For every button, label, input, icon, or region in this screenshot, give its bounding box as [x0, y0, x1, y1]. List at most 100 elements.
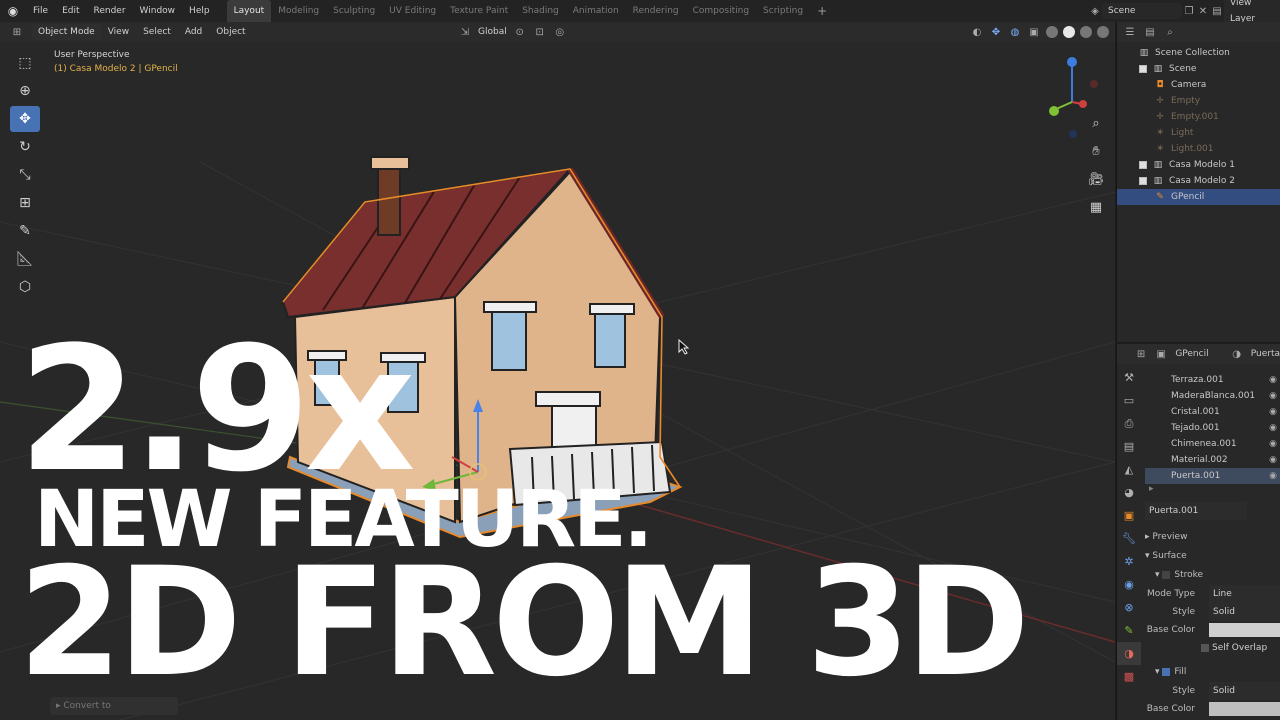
material-slot[interactable]: Chimenea.001 ◉ [1145, 436, 1280, 452]
scale-icon[interactable]: ⤡ [10, 162, 40, 188]
outliner-item[interactable]: ▥ Casa Modelo 1 [1117, 157, 1280, 173]
snap-icon[interactable]: ⊡ [533, 25, 547, 39]
world-tab-icon[interactable]: ◕ [1117, 481, 1141, 504]
blender-logo-icon[interactable]: ◉ [0, 0, 26, 22]
menu-window[interactable]: Window [133, 0, 183, 22]
stroke-section[interactable]: ▾ Stroke [1145, 566, 1280, 585]
properties-editor-icon[interactable]: ⊞ [1135, 347, 1147, 361]
texture-tab-icon[interactable]: ▩ [1117, 665, 1141, 688]
output-tab-icon[interactable]: ⎙ [1117, 412, 1141, 435]
scene-icon[interactable]: ◈ [1088, 4, 1102, 18]
self-overlap-checkbox[interactable]: Self Overlap [1197, 639, 1277, 657]
pan-hand-icon[interactable]: ✋︎ [1085, 142, 1107, 160]
visibility-checkbox[interactable] [1139, 160, 1147, 169]
outliner-search-icon[interactable]: ⌕ [1163, 25, 1177, 39]
visibility-checkbox[interactable] [1139, 64, 1147, 73]
tab-shading[interactable]: Shading [515, 0, 566, 22]
solid-shading-icon[interactable] [1063, 26, 1075, 38]
pivot-icon[interactable]: ⊙ [513, 25, 527, 39]
view-layer-icon[interactable]: ▤ [1210, 4, 1224, 18]
measure-icon[interactable]: 📐︎ [10, 246, 40, 272]
tab-layout[interactable]: Layout [226, 0, 272, 22]
outliner-item[interactable]: ◘ Camera [1117, 77, 1280, 93]
overlays-icon[interactable]: ◍ [1008, 25, 1022, 39]
select-menu[interactable]: Select [136, 22, 178, 42]
preview-section[interactable]: ▸ Preview [1145, 528, 1280, 547]
object-tab-icon[interactable]: ▣ [1117, 504, 1141, 527]
surface-section[interactable]: ▾ Surface [1145, 547, 1280, 566]
select-box-icon[interactable]: ⬚ [10, 50, 40, 76]
material-slot[interactable]: Puerta.001 ◉ [1145, 468, 1280, 484]
stroke-style-dropdown[interactable]: Solid [1209, 603, 1280, 621]
move-icon[interactable]: ✥ [10, 106, 40, 132]
active-material-field[interactable]: Puerta.001 [1145, 502, 1247, 520]
display-mode-icon[interactable]: ▤ [1143, 25, 1157, 39]
object-menu[interactable]: Object [209, 22, 252, 42]
outliner-item[interactable]: ✛ Empty [1117, 93, 1280, 109]
new-scene-icon[interactable]: ❐ [1182, 4, 1196, 18]
mode-type-dropdown[interactable]: Line [1209, 585, 1280, 603]
outliner-root[interactable]: ▥ Scene Collection [1117, 45, 1280, 61]
camera-view-icon[interactable]: 🎥︎ [1085, 170, 1107, 188]
menu-edit[interactable]: Edit [55, 0, 86, 22]
material-slot[interactable]: Cristal.001 ◉ [1145, 404, 1280, 420]
outliner-item[interactable]: ☀ Light [1117, 125, 1280, 141]
perspective-grid-icon[interactable]: ▦ [1085, 198, 1107, 216]
material-tab-icon[interactable]: ◑ [1117, 642, 1141, 665]
tab-rendering[interactable]: Rendering [626, 0, 686, 22]
material-shading-icon[interactable] [1080, 26, 1092, 38]
fill-checkbox[interactable] [1162, 667, 1171, 676]
stroke-checkbox[interactable] [1162, 570, 1171, 579]
outliner-item[interactable]: ▥ Scene [1117, 61, 1280, 77]
editor-type-icon[interactable]: ⊞ [10, 25, 24, 39]
data-tab-icon[interactable]: ✎ [1117, 619, 1141, 642]
annotate-icon[interactable]: ✎ [10, 218, 40, 244]
tool-tab-icon[interactable]: ⚒ [1117, 366, 1141, 389]
render-tab-icon[interactable]: ▭ [1117, 389, 1141, 412]
fill-section[interactable]: ▾ Fill [1145, 663, 1280, 682]
constraints-tab-icon[interactable]: ⊗ [1117, 596, 1141, 619]
outliner-item[interactable]: ✛ Empty.001 [1117, 109, 1280, 125]
scene-tab-icon[interactable]: ◭ [1117, 458, 1141, 481]
view-menu[interactable]: View [101, 22, 136, 42]
wireframe-shading-icon[interactable] [1046, 26, 1058, 38]
pin-icon[interactable]: ▣ [1155, 347, 1167, 361]
scene-field[interactable]: Scene [1102, 3, 1182, 19]
material-slot[interactable]: Terraza.001 ◉ [1145, 372, 1280, 388]
outliner-item[interactable]: ▥ Casa Modelo 2 [1117, 173, 1280, 189]
outliner-editor-icon[interactable]: ☰ [1123, 25, 1137, 39]
material-slot[interactable]: MaderaBlanca.001 ◉ [1145, 388, 1280, 404]
slot-toggle-icon[interactable]: ◉ [1269, 388, 1277, 404]
effects-tab-icon[interactable]: ✲ [1117, 550, 1141, 573]
tab-texture-paint[interactable]: Texture Paint [443, 0, 515, 22]
slot-toggle-icon[interactable]: ◉ [1269, 436, 1277, 452]
xray-icon[interactable]: ▣ [1027, 25, 1041, 39]
menu-file[interactable]: File [26, 0, 55, 22]
fill-base-color-swatch[interactable] [1209, 702, 1280, 716]
add-cube-icon[interactable]: ⬡ [10, 274, 40, 300]
material-slot[interactable]: Tejado.001 ◉ [1145, 420, 1280, 436]
modifier-tab-icon[interactable]: 🔧︎ [1117, 527, 1141, 550]
material-slot[interactable]: Material.002 ◉ [1145, 452, 1280, 468]
tab-compositing[interactable]: Compositing [686, 0, 756, 22]
fill-style-dropdown[interactable]: Solid [1209, 682, 1280, 700]
proportional-editing-icon[interactable]: ◎ [553, 25, 567, 39]
slot-list-expand-icon[interactable]: ▸ [1145, 484, 1280, 500]
cursor-icon[interactable]: ⊕ [10, 78, 40, 104]
delete-scene-icon[interactable]: ✕ [1196, 4, 1210, 18]
stroke-base-color-swatch[interactable] [1209, 623, 1280, 637]
outliner-item[interactable]: ☀ Light.001 [1117, 141, 1280, 157]
rendered-shading-icon[interactable] [1097, 26, 1109, 38]
visibility-checkbox[interactable] [1139, 176, 1147, 185]
gizmo-toggle-icon[interactable]: ✥ [989, 25, 1003, 39]
menu-help[interactable]: Help [182, 0, 217, 22]
visibility-icon[interactable]: ◐ [970, 25, 984, 39]
add-menu[interactable]: Add [178, 22, 209, 42]
outliner-item[interactable]: ✎ GPencil [1117, 189, 1280, 205]
tab-uv-editing[interactable]: UV Editing [382, 0, 443, 22]
zoom-icon[interactable]: ⌕ [1085, 114, 1107, 132]
slot-toggle-icon[interactable]: ◉ [1269, 452, 1277, 468]
slot-toggle-icon[interactable]: ◉ [1269, 404, 1277, 420]
slot-toggle-icon[interactable]: ◉ [1269, 420, 1277, 436]
transform-icon[interactable]: ⊞ [10, 190, 40, 216]
